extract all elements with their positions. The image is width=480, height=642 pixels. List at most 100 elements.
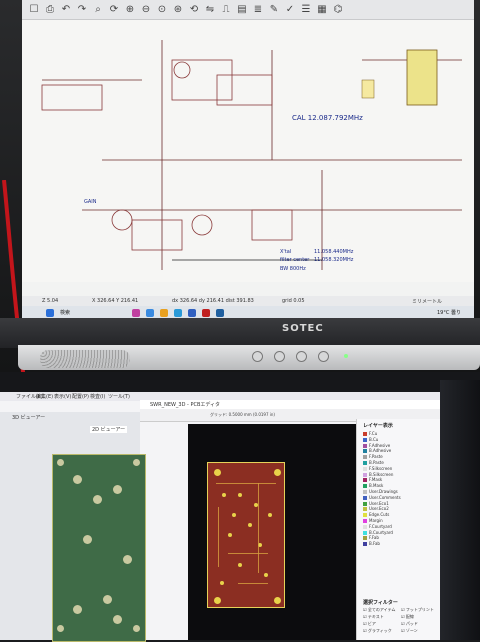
filter-checkbox[interactable]: ☑ パッド bbox=[401, 621, 437, 626]
layer-row[interactable]: User.Drawings bbox=[363, 489, 433, 494]
layer-row[interactable]: F.Cu bbox=[363, 431, 433, 436]
layer-row[interactable]: User.Eco2 bbox=[363, 506, 433, 512]
layer-row[interactable]: B.Silkscreen bbox=[363, 472, 433, 477]
layer-color-swatch[interactable] bbox=[363, 501, 367, 506]
filter-checkbox[interactable]: ☑ グラフィック bbox=[363, 628, 399, 633]
pcb-pad bbox=[238, 493, 242, 497]
layer-row[interactable]: B.Cu bbox=[363, 437, 433, 442]
layer-row[interactable]: B.Adhesive bbox=[363, 448, 433, 454]
save-icon[interactable]: ☐ bbox=[28, 4, 40, 16]
annotate-icon[interactable]: ✎ bbox=[268, 4, 280, 16]
layer-row[interactable]: B.Courtyard bbox=[363, 530, 433, 535]
filter-checkbox[interactable]: ☑ テキスト bbox=[363, 614, 399, 619]
erc-icon[interactable]: ✓ bbox=[284, 4, 296, 16]
menu-view[interactable]: 表示(V) bbox=[54, 393, 71, 400]
filter-checkbox[interactable]: ☑ ゾーン bbox=[401, 628, 437, 633]
weather-widget[interactable]: 19°C 曇り bbox=[437, 309, 461, 316]
layer-row[interactable]: F.Silkscreen bbox=[363, 466, 433, 471]
layer-color-swatch[interactable] bbox=[363, 449, 367, 454]
layer-color-swatch[interactable] bbox=[363, 519, 367, 523]
layer-color-swatch[interactable] bbox=[363, 536, 367, 541]
layer-color-swatch[interactable] bbox=[363, 472, 367, 477]
pcb-pad bbox=[268, 513, 272, 517]
app-icon[interactable] bbox=[146, 309, 154, 317]
python-icon[interactable]: ⌬ bbox=[332, 4, 344, 16]
layer-row[interactable]: User.Comments bbox=[363, 495, 433, 500]
app-icon[interactable] bbox=[188, 309, 196, 317]
pcb-pad bbox=[220, 581, 224, 585]
layer-color-swatch[interactable] bbox=[363, 524, 367, 529]
layer-color-swatch[interactable] bbox=[363, 513, 367, 518]
layer-row[interactable]: F.Courtyard bbox=[363, 524, 433, 529]
menu-place[interactable]: 配置(P) bbox=[72, 393, 89, 400]
layer-color-swatch[interactable] bbox=[363, 455, 367, 460]
layer-color-swatch[interactable] bbox=[363, 495, 367, 500]
search-icon[interactable]: ⌕ bbox=[92, 4, 104, 16]
layer-color-swatch[interactable] bbox=[363, 437, 367, 442]
netlist-icon[interactable]: ≣ bbox=[252, 4, 264, 16]
layer-row[interactable]: User.Eco1 bbox=[363, 501, 433, 506]
pcb-pad bbox=[222, 493, 226, 497]
filter-checkbox[interactable]: ☑ 全てのアイテム bbox=[363, 607, 399, 612]
zoom-fit-icon[interactable]: ⊙ bbox=[156, 4, 168, 16]
grid-setting[interactable]: グリッド: 0.5000 mm (0.0197 in) bbox=[210, 412, 275, 418]
layer-row[interactable]: Edge.Cuts bbox=[363, 512, 433, 518]
window-title: 3D ビューアー bbox=[12, 415, 46, 421]
layer-color-swatch[interactable] bbox=[363, 461, 367, 465]
schematic-canvas[interactable]: CAL 12.087.792MHz X'tal filter center 11… bbox=[22, 20, 474, 282]
undo-icon[interactable]: ↶ bbox=[60, 4, 72, 16]
mirror-icon[interactable]: ⇋ bbox=[204, 4, 216, 16]
layer-row[interactable]: F.Adhesive bbox=[363, 443, 433, 448]
zoom-out-icon[interactable]: ⊖ bbox=[140, 4, 152, 16]
monitor-button[interactable] bbox=[296, 351, 307, 362]
pcb-trace bbox=[228, 553, 268, 554]
layer-row[interactable]: F.Mask bbox=[363, 477, 433, 483]
power-button[interactable] bbox=[318, 351, 329, 362]
taskbar-search[interactable]: 検索 bbox=[60, 309, 70, 316]
pcb-icon[interactable]: ▦ bbox=[316, 4, 328, 16]
layer-color-swatch[interactable] bbox=[363, 443, 367, 448]
folder-icon[interactable] bbox=[160, 309, 168, 317]
print-icon[interactable]: ⎙ bbox=[44, 4, 56, 16]
edge-browser-icon[interactable] bbox=[174, 309, 182, 317]
layer-row[interactable]: B.Fab bbox=[363, 541, 433, 547]
filter-checkbox[interactable]: ☑ フットプリント bbox=[401, 607, 437, 612]
layer-color-swatch[interactable] bbox=[363, 507, 367, 512]
menu-edit[interactable]: 編集(E) bbox=[36, 393, 53, 400]
layer-name: F.Cu bbox=[369, 431, 378, 436]
layer-color-swatch[interactable] bbox=[363, 478, 367, 483]
pcb-pad bbox=[103, 595, 112, 604]
layer-color-swatch[interactable] bbox=[363, 484, 367, 489]
layer-color-swatch[interactable] bbox=[363, 432, 367, 436]
filter-checkbox[interactable]: ☑ ビア bbox=[363, 621, 399, 626]
layer-color-swatch[interactable] bbox=[363, 490, 367, 494]
zoom-in-icon[interactable]: ⊕ bbox=[124, 4, 136, 16]
kicad-icon[interactable] bbox=[216, 309, 224, 317]
layer-row[interactable]: F.Fab bbox=[363, 535, 433, 541]
windows-start-icon[interactable] bbox=[46, 309, 54, 317]
pcb-pad bbox=[248, 523, 252, 527]
footprint-icon[interactable]: ▤ bbox=[236, 4, 248, 16]
layer-row[interactable]: Margin bbox=[363, 518, 433, 523]
rotate-icon[interactable]: ⟲ bbox=[188, 4, 200, 16]
layer-color-swatch[interactable] bbox=[363, 542, 367, 547]
symbol-editor-icon[interactable]: ⎍ bbox=[220, 4, 232, 16]
tab-2d-viewer[interactable]: 2D ビューアー bbox=[90, 426, 128, 433]
layer-color-swatch[interactable] bbox=[363, 466, 367, 471]
menu-inspect[interactable]: 検査(I) bbox=[90, 393, 105, 400]
app-icon[interactable] bbox=[132, 309, 140, 317]
layer-name: F.Silkscreen bbox=[369, 465, 393, 471]
monitor-button[interactable] bbox=[274, 351, 285, 362]
bom-icon[interactable]: ☰ bbox=[300, 4, 312, 16]
filter-checkbox[interactable]: ☑ 配線 bbox=[401, 614, 437, 619]
layer-row[interactable]: B.Mask bbox=[363, 483, 433, 489]
layer-row[interactable]: B.Paste bbox=[363, 460, 433, 465]
redo-icon[interactable]: ↷ bbox=[76, 4, 88, 16]
menu-tools[interactable]: ツール(T) bbox=[108, 393, 130, 400]
app-icon[interactable] bbox=[202, 309, 210, 317]
layer-row[interactable]: F.Paste bbox=[363, 454, 433, 460]
zoom-selection-icon[interactable]: ⊛ bbox=[172, 4, 184, 16]
monitor-button[interactable] bbox=[252, 351, 263, 362]
layer-color-swatch[interactable] bbox=[363, 530, 367, 535]
refresh-icon[interactable]: ⟳ bbox=[108, 4, 120, 16]
